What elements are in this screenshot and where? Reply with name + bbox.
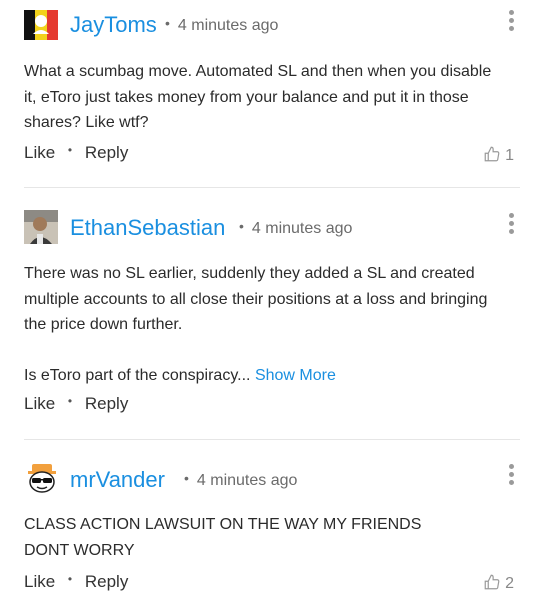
like-button[interactable]: Like <box>24 572 55 591</box>
more-options-icon[interactable] <box>508 10 514 32</box>
comment-body: There was no SL earlier, suddenly they a… <box>24 261 504 388</box>
like-count[interactable]: 1 <box>483 145 514 165</box>
more-options-icon[interactable] <box>508 213 514 235</box>
thumbs-up-icon <box>484 146 500 162</box>
sunglasses-avatar-icon[interactable] <box>24 461 60 497</box>
comment: JayToms • 4 minutes ago What a scumbag mo… <box>0 0 544 188</box>
separator-dot: • <box>67 394 73 408</box>
show-more-link[interactable]: Show More <box>255 367 336 384</box>
comment-body: What a scumbag move. Automated SL and th… <box>24 59 504 136</box>
comment-paragraph: What a scumbag move. Automated SL and th… <box>24 63 492 131</box>
comment-time: • 4 minutes ago <box>165 15 279 34</box>
comment-divider <box>24 439 520 440</box>
thumbs-up-icon <box>484 574 500 590</box>
like-button[interactable]: Like <box>24 394 55 413</box>
reply-button[interactable]: Reply <box>85 572 128 591</box>
comment-time: • 4 minutes ago <box>184 470 298 489</box>
comment-body: CLASS ACTION LAWSUIT ON THE WAY MY FRIEN… <box>24 512 464 563</box>
comment-author[interactable]: EthanSebastian <box>70 215 225 241</box>
reply-button[interactable]: Reply <box>85 143 128 162</box>
comment-actions: Like • Reply <box>24 394 128 414</box>
like-button[interactable]: Like <box>24 143 55 162</box>
more-options-icon[interactable] <box>508 464 514 486</box>
comment-actions: Like • Reply <box>24 143 128 163</box>
comment-paragraph: CLASS ACTION LAWSUIT ON THE WAY MY FRIEN… <box>24 516 422 559</box>
flag-avatar-icon[interactable] <box>24 8 60 44</box>
comment-paragraph: There was no SL earlier, suddenly they a… <box>24 265 488 333</box>
comment-author[interactable]: mrVander <box>70 467 165 493</box>
separator-dot: • <box>67 143 73 157</box>
comment-time: • 4 minutes ago <box>239 218 353 237</box>
comment-divider <box>24 187 520 188</box>
reply-button[interactable]: Reply <box>85 394 128 413</box>
comment-author[interactable]: JayToms <box>70 12 157 38</box>
separator-dot: • <box>67 572 73 586</box>
like-count[interactable]: 2 <box>483 573 514 593</box>
comment-actions: Like • Reply <box>24 572 128 592</box>
comment-paragraph: Is eToro part of the conspiracy... Show … <box>24 366 336 384</box>
photo-avatar-icon[interactable] <box>24 210 60 246</box>
